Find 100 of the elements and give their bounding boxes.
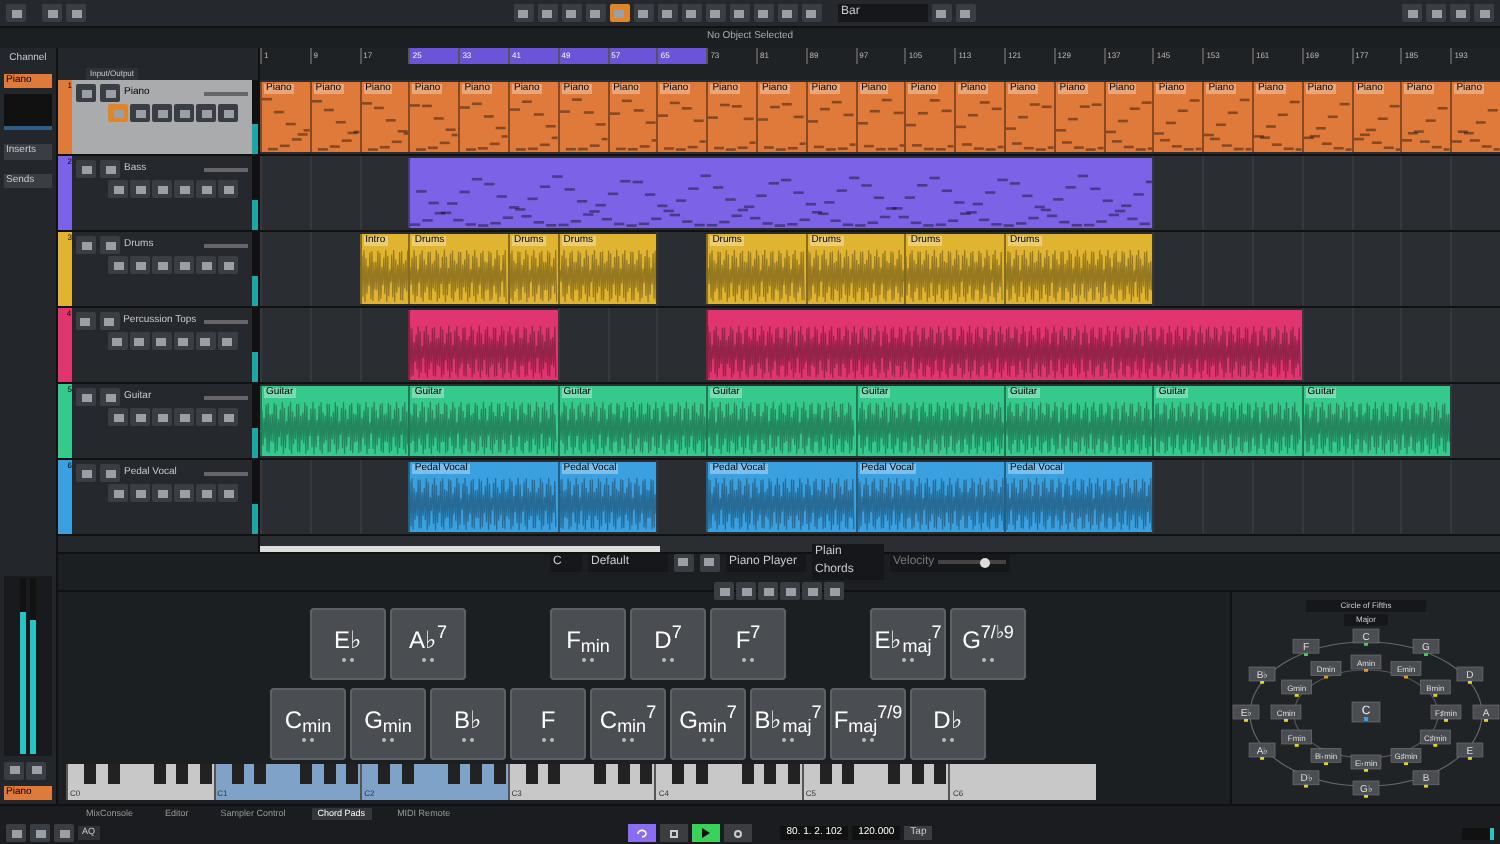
button[interactable] [151, 332, 172, 350]
piano-key[interactable] [888, 764, 901, 784]
mute-button[interactable] [76, 160, 96, 178]
piano-key[interactable] [300, 764, 313, 784]
midi-notes-drawing [1253, 96, 1302, 152]
piano-key[interactable] [787, 764, 800, 784]
mute-button[interactable] [76, 236, 96, 254]
midi-clip[interactable] [408, 158, 1153, 228]
midi-notes-drawing [262, 96, 310, 152]
loop-icon [636, 828, 649, 838]
chord-pad[interactable]: E♭ [310, 608, 386, 680]
mute-button[interactable] [75, 312, 96, 330]
piano-key[interactable] [695, 764, 708, 784]
piano-key[interactable] [378, 764, 391, 784]
mute-button[interactable] [76, 464, 96, 482]
piano-key[interactable] [842, 764, 855, 784]
piano-key[interactable] [107, 764, 119, 784]
piano-key[interactable] [672, 764, 685, 784]
midi-notes-drawing [1154, 96, 1203, 152]
piano-key[interactable] [934, 764, 947, 784]
record-button[interactable] [108, 180, 128, 198]
piano-key[interactable] [617, 764, 630, 784]
midi-notes-drawing [658, 96, 707, 152]
menu-button[interactable] [6, 4, 26, 22]
chord-pad[interactable]: D♭ [910, 688, 986, 760]
monitor-button[interactable] [130, 256, 150, 274]
midi-notes-drawing [361, 96, 409, 152]
monitor-button[interactable] [129, 332, 150, 350]
button[interactable] [173, 332, 194, 350]
midi-notes-drawing [857, 96, 905, 152]
piano-key[interactable] [199, 764, 211, 784]
piano-key[interactable] [323, 764, 336, 784]
select-tool-button[interactable] [633, 4, 653, 22]
chord-pad[interactable]: F [510, 688, 586, 760]
piano-key[interactable] [493, 764, 506, 784]
chord-pad[interactable]: A♭$^{7}$ [390, 608, 466, 680]
waveform-drawing [708, 248, 806, 304]
midi-notes-drawing [1105, 96, 1153, 152]
play-button[interactable] [692, 824, 721, 842]
monitor-button[interactable] [130, 180, 150, 198]
chord-pad[interactable]: G$_{min}$ [350, 688, 426, 760]
audio-clip[interactable] [706, 310, 1302, 380]
piano-key[interactable] [741, 764, 754, 784]
mute-button[interactable] [76, 84, 96, 102]
piano-key[interactable] [346, 764, 359, 784]
waveform-drawing [807, 248, 905, 304]
piano-key[interactable] [447, 764, 460, 784]
cycle-button[interactable] [628, 824, 657, 842]
stop-button[interactable] [660, 824, 689, 842]
record-button[interactable] [724, 824, 753, 842]
piano-key[interactable] [401, 764, 414, 784]
monitor-button[interactable] [130, 484, 150, 502]
midi-notes-drawing [311, 96, 360, 152]
piano-key[interactable] [640, 764, 653, 784]
slider-thumb[interactable] [980, 557, 990, 567]
button[interactable] [195, 332, 216, 350]
audio-clip[interactable] [408, 310, 558, 380]
solo-button[interactable] [100, 160, 120, 178]
chord-pad[interactable]: C$_{min}$ [270, 688, 346, 760]
midi-notes-drawing [460, 96, 508, 152]
record-button[interactable] [108, 484, 128, 502]
midi-notes-drawing [956, 96, 1004, 152]
solo-button[interactable] [100, 236, 120, 254]
redo-button[interactable] [66, 4, 86, 22]
chord-pad[interactable]: B♭ [430, 688, 506, 760]
piano-key[interactable] [254, 764, 267, 784]
piano-key[interactable] [548, 764, 561, 784]
solo-button[interactable] [100, 84, 120, 102]
piano-key[interactable] [153, 764, 165, 784]
piano-key[interactable] [594, 764, 607, 784]
record-button[interactable] [108, 256, 128, 274]
solo-button[interactable] [99, 312, 120, 330]
mute-button[interactable] [76, 388, 96, 406]
chord-pad[interactable]: F$^{7}$ [710, 608, 786, 680]
play-icon [702, 828, 711, 838]
record-button[interactable] [107, 332, 128, 350]
midi-notes-drawing [609, 96, 657, 152]
solo-button[interactable] [100, 464, 120, 482]
record-button[interactable] [4, 761, 24, 779]
piano-key[interactable] [764, 764, 777, 784]
piano-key[interactable] [525, 764, 538, 784]
chord-pad[interactable]: F$_{min}$ [550, 608, 626, 680]
monitor-button[interactable] [130, 104, 150, 122]
chord-pad[interactable]: D$^{7}$ [630, 608, 706, 680]
piano-key[interactable] [470, 764, 483, 784]
channel-fader[interactable] [4, 575, 52, 755]
piano-key[interactable] [819, 764, 832, 784]
midi-notes-drawing [906, 96, 955, 152]
midi-notes-drawing [509, 96, 558, 152]
solo-button[interactable] [100, 388, 120, 406]
piano-key[interactable] [231, 764, 244, 784]
monitor-button[interactable] [130, 408, 150, 426]
level-meter [1462, 827, 1494, 839]
undo-button[interactable] [42, 4, 62, 22]
chord-pad[interactable]: G$^{7/♭9}$ [950, 608, 1026, 680]
monitor-button[interactable] [26, 761, 46, 779]
record-button[interactable] [108, 408, 128, 426]
piano-key[interactable] [911, 764, 924, 784]
horizontal-scrollbar[interactable] [260, 546, 660, 552]
button[interactable] [217, 332, 238, 350]
